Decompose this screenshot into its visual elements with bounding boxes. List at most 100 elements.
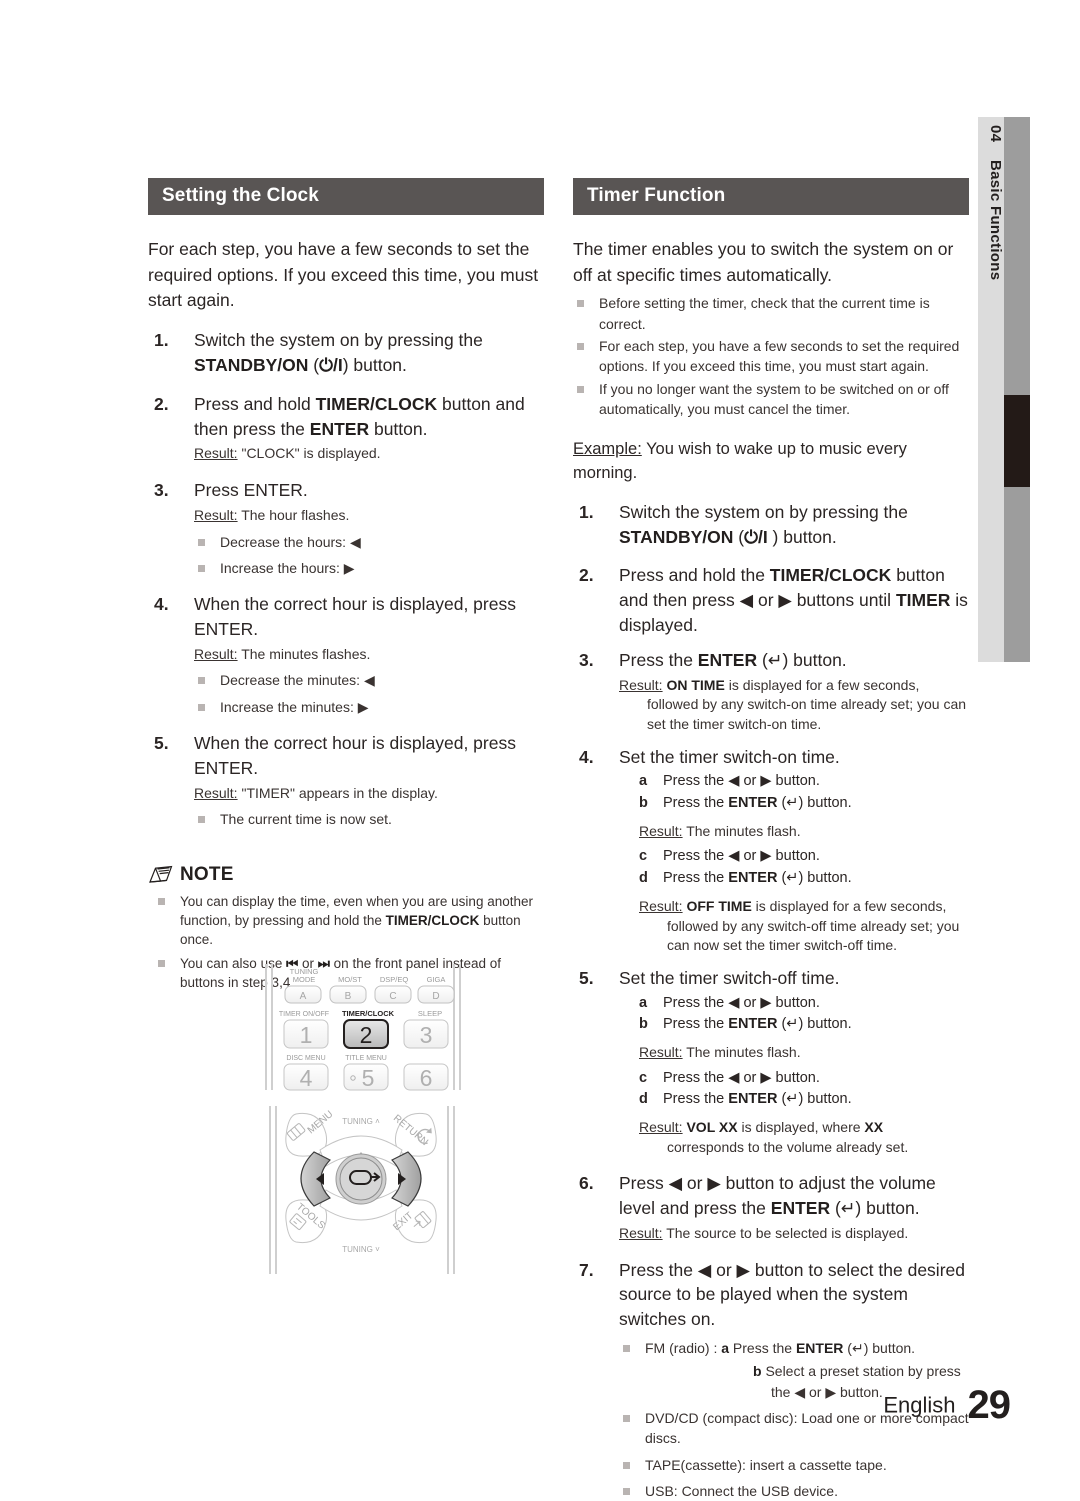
chapter-side-tab: 04 Basic Functions [978,117,1030,662]
step-number: 5. [154,732,169,753]
list-item: TAPE(cassette): insert a cassette tape. [619,1455,969,1475]
result-label: Result: [639,897,683,914]
step-text-part-a: Press the [619,649,698,670]
step-number: 2. [154,393,169,414]
sub-step-a: a Press the ◀ or ▶ button. [619,771,969,793]
step-bold-enter: ENTER [697,649,758,670]
result-text: is displayed for a few seconds, [751,897,947,914]
result-label: Result: [194,506,238,523]
step-bold-enter: ENTER [309,418,370,439]
svg-text:MO/ST: MO/ST [338,975,362,984]
svg-text:B: B [345,991,352,1002]
clock-step-1: 1. Switch the system on by pressing the … [148,328,544,378]
clock-step-4: 4. When the correct hour is displayed, p… [148,592,544,717]
svg-text:4: 4 [300,1065,313,1091]
step-text-part-c: ( [308,354,320,375]
step-number: 2. [579,565,594,586]
list-item: Before setting the timer, check that the… [573,293,969,334]
step-text-part-a: Press the ◀ or ▶ button to select the de… [619,1259,965,1330]
sub-step-text-c: (↵) button. [777,1016,852,1033]
sub-step-bold-enter: ENTER [728,870,778,887]
sub-step-letter: b [639,795,648,812]
sub-step-a: a Press the ◀ or ▶ button. [619,993,969,1015]
result-text: The hour flashes. [237,506,350,523]
step-bold-timer-clock: TIMER/CLOCK [315,393,438,414]
step-bold-standby-on: STANDBY/ON [194,354,309,375]
list-item: Increase the hours: ▶ [194,558,544,578]
svg-text:2: 2 [360,1022,373,1048]
step-bold-enter: ENTER [770,1198,831,1219]
sub-step-letter: c [639,1069,648,1086]
sub-step-c: c Press the ◀ or ▶ button. [619,1068,969,1090]
svg-text:A: A [300,991,307,1002]
list-item: The current time is now set. [194,809,544,829]
svg-text:TUNING ˅: TUNING ˅ [342,1245,380,1254]
timer-steps-list: 1. Switch the system on by pressing the … [573,500,969,1501]
note-bold-timer-clock: TIMER/CLOCK [385,912,480,928]
list-item: Decrease the minutes: ◀ [194,670,544,690]
footer-language: English [883,1392,956,1418]
timer-step-6: 6. Press ◀ or ▶ button to adjust the vol… [573,1171,969,1243]
example-line: Example: You wish to wake up to music ev… [573,437,969,486]
manual-page: 04 Basic Functions Setting the Clock For… [0,0,1080,1499]
remote-control-illustration: TUNING MODE MO/ST DSP/EQ GIGA A B C D TI… [258,962,470,1282]
step-text-part-a: Switch the system on by pressing the [619,501,908,522]
sub-step-letter: b [639,1016,648,1033]
result-label: Result: [619,676,663,693]
clock-step-2: 2. Press and hold TIMER/CLOCK button and… [148,392,544,464]
fm-text-a3: (↵) button. [843,1340,916,1357]
sub-step-b: b Press the ENTER (↵) button. [619,1014,969,1036]
result-label: Result: [639,1044,683,1061]
svg-text:GIGA: GIGA [427,975,446,984]
step-text-part-a: Set the timer switch-off time. [619,967,840,988]
result-text: The minutes flash. [682,1044,801,1061]
timer-step-7: 7. Press the ◀ or ▶ button to select the… [573,1258,969,1501]
step-bold-standby-on: STANDBY/ON [619,526,734,547]
result-label: Result: [619,1225,663,1242]
step-text-part-a: When the correct hour is displayed, pres… [194,594,516,639]
result-bold-xx: XX [864,1119,884,1136]
step-text-part-a: Press and hold [194,393,316,414]
clock-step-3: 3. Press ENTER. Result: The hour flashes… [148,478,544,578]
timer-step-5: 5. Set the timer switch-off time. a Press… [573,966,969,1158]
step-text-part-e: button. [369,418,428,439]
svg-text:1: 1 [300,1022,313,1048]
step-5-bullets: The current time is now set. [194,809,544,829]
step-text-part-a: Press and hold the [619,565,770,586]
step-number: 4. [579,746,594,767]
svg-text:DSP/EQ: DSP/EQ [380,975,409,984]
fm-sub-step-b: b Select a preset station by press [645,1361,969,1381]
step-text-part-a: Press ENTER. [194,480,308,501]
sub-step-letter: a [639,994,648,1011]
step-text-part-c: (↵) button. [830,1198,920,1219]
result-bold-off-time: OFF TIME [682,897,752,914]
result-label: Result: [194,784,238,801]
step-text-part-a: Set the timer switch-on time. [619,746,840,767]
result-label: Result: [194,445,238,462]
pencil-icon [148,865,174,885]
clock-steps-list: 1. Switch the system on by pressing the … [148,328,544,829]
sub-step-c: c Press the ◀ or ▶ button. [619,846,969,868]
step-5-letters-group-2: c Press the ◀ or ▶ button. d Press the ENT… [619,1068,969,1112]
sub-step-text-c: (↵) button. [777,870,852,887]
step-text-part-a: When the correct hour is displayed, pres… [194,732,516,778]
svg-text:TUNING ˄: TUNING ˄ [342,1117,380,1126]
fm-text-b: Select a preset station by press [761,1363,961,1380]
section-heading-setting-the-clock: Setting the Clock [148,178,544,215]
result-text: The minutes flashes. [237,645,371,662]
result-text: is displayed for a few seconds, [724,676,920,693]
sub-step-letter: d [639,1091,648,1108]
result-bold-vol-xx: VOL XX [682,1119,738,1136]
step-4-bullets: Decrease the minutes: ◀ Increase the min… [194,670,544,717]
result-label: Result: [639,1119,683,1136]
list-item: Decrease the hours: ◀ [194,532,544,552]
svg-text:D: D [432,991,439,1002]
step-number: 3. [154,480,169,501]
step-text-part-d: ) button. [342,354,407,375]
sub-step-text: Press the ◀ or ▶ button. [663,994,820,1011]
step-5-result-1: Result: The minutes flash. [639,1043,969,1063]
step-text-part-c: ( [733,526,745,547]
side-tab-label: Basic Functions [987,160,1004,281]
note-heading: NOTE [148,864,544,886]
step-5-result: Result: "TIMER" appears in the display. [194,784,544,804]
